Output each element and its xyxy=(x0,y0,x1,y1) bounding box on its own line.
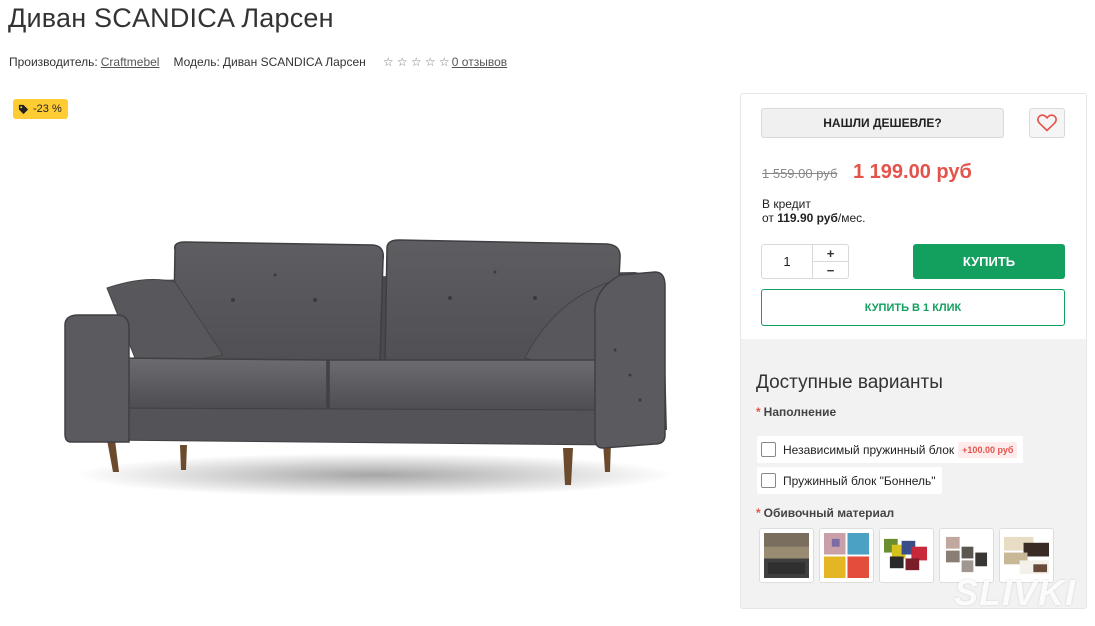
reviews-link[interactable]: 0 отзывов xyxy=(452,55,507,69)
watermark-logo: SLIVKI xyxy=(954,572,1077,613)
favorite-button[interactable] xyxy=(1029,108,1065,138)
option-label: Независимый пружинный блок xyxy=(783,442,955,457)
quantity-stepper: 1 + − xyxy=(761,244,849,279)
checkbox[interactable] xyxy=(761,442,776,457)
sofa-photo xyxy=(64,239,675,497)
purchase-panel: НАШЛИ ДЕШЕВЛЕ? 1 559.00 руб 1 199.00 руб… xyxy=(740,93,1087,609)
quantity-increase-button[interactable]: + xyxy=(813,245,848,262)
page-title: Диван SCANDICA Ларсен xyxy=(8,3,334,33)
heart-icon xyxy=(1037,114,1057,132)
fabric-swatch[interactable] xyxy=(759,528,814,583)
surcharge-badge: +100.00 руб xyxy=(958,441,1018,458)
quantity-decrease-button[interactable]: − xyxy=(813,262,848,278)
old-price: 1 559.00 руб xyxy=(762,166,838,181)
product-meta: Производитель: Craftmebel Модель: Диван … xyxy=(9,55,507,69)
credit-amount: 119.90 руб xyxy=(777,211,838,225)
variants-section: Доступные варианты * Наполнение Независим… xyxy=(741,339,1086,608)
buy-button[interactable]: КУПИТЬ xyxy=(913,244,1065,279)
star-icon: ☆ xyxy=(424,55,437,69)
discount-badge: -23 % xyxy=(13,99,68,119)
model-value: Диван SCANDICA Ларсен xyxy=(222,55,366,69)
one-click-buy-button[interactable]: КУПИТЬ В 1 КЛИК xyxy=(761,289,1065,326)
star-icon: ☆ xyxy=(382,55,395,69)
star-icon: ☆ xyxy=(410,55,423,69)
option-label: Пружинный блок "Боннель" xyxy=(783,473,936,488)
model-label: Модель: xyxy=(173,55,220,69)
tag-icon xyxy=(18,104,29,114)
discount-value: -23 % xyxy=(33,103,62,115)
credit-monthly: от 119.90 руб/мес. xyxy=(762,211,866,225)
star-icon: ☆ xyxy=(396,55,409,69)
manufacturer-label: Производитель: xyxy=(9,55,98,69)
found-cheaper-button[interactable]: НАШЛИ ДЕШЕВЛЕ? xyxy=(761,108,1004,138)
upholstery-label: * Обивочный материал xyxy=(756,506,895,520)
checkbox[interactable] xyxy=(761,473,776,488)
quantity-input[interactable]: 1 xyxy=(762,245,813,278)
fabric-swatch[interactable] xyxy=(819,528,874,583)
manufacturer-link[interactable]: Craftmebel xyxy=(101,55,160,69)
rating-stars: ☆ ☆ ☆ ☆ ☆ xyxy=(382,55,452,69)
fabric-swatch[interactable] xyxy=(879,528,934,583)
credit-label: В кредит xyxy=(762,197,811,211)
current-price: 1 199.00 руб xyxy=(853,161,972,183)
star-icon: ☆ xyxy=(438,55,451,69)
variants-title: Доступные варианты xyxy=(756,372,943,393)
filling-label: * Наполнение xyxy=(756,405,837,419)
credit-info: В кредит от 119.90 руб/мес. xyxy=(762,197,865,225)
filling-option-bonnel[interactable]: Пружинный блок "Боннель" xyxy=(757,467,942,494)
filling-option-independent[interactable]: Независимый пружинный блок +100.00 руб xyxy=(757,436,1024,463)
